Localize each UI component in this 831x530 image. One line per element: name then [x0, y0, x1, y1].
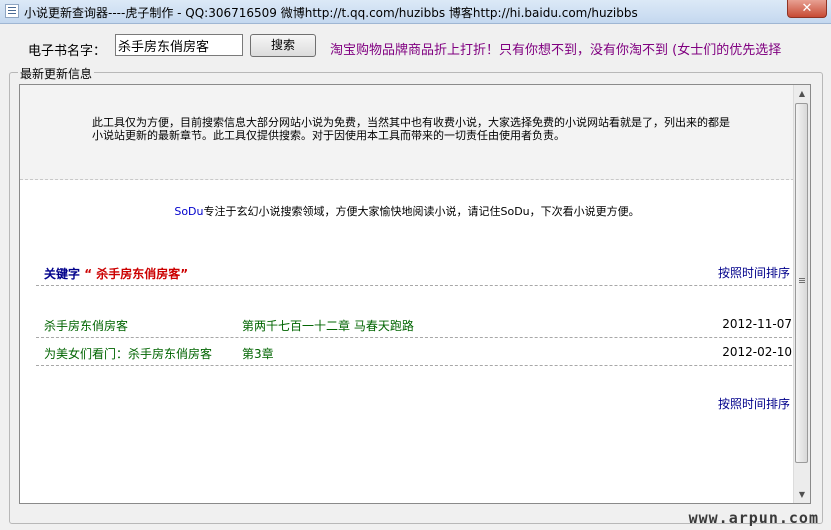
book-name-input[interactable] [115, 34, 243, 56]
disclaimer-text: 此工具仅为方便，目前搜索信息大部分网站小说为免费，当然其中也有收费小说，大家选择… [92, 116, 730, 142]
result-title[interactable]: 为美女们看门：杀手房东俏房客 [44, 345, 212, 362]
sodu-info: SoDu专注于玄幻小说搜索领域，方便大家愉快地阅读小说，请记住SoDu，下次看小… [20, 203, 794, 219]
result-row[interactable]: 杀手房东俏房客 第两千七百一十二章 马春天跑路 2012-11-07 [36, 315, 792, 335]
sodu-text: 专注于玄幻小说搜索领域，方便大家愉快地阅读小说，请记住SoDu，下次看小说更方便… [203, 205, 640, 218]
group-title: 最新更新信息 [18, 65, 95, 82]
keyword-label: 关键字 [44, 267, 81, 281]
app-window-icon [5, 4, 19, 18]
window-title: 小说更新查询器----虎子制作 - QQ:306716509 微博http://… [24, 6, 638, 20]
grip-icon [799, 278, 805, 279]
divider [36, 365, 792, 366]
vertical-scrollbar[interactable]: ▲ ▼ [793, 85, 810, 503]
scrollbar-thumb[interactable] [795, 103, 808, 463]
site-watermark: www.arpun.com [688, 509, 819, 527]
result-chapter[interactable]: 第两千七百一十二章 马春天跑路 [242, 317, 414, 334]
book-name-label: 电子书名字： [28, 44, 107, 59]
sort-by-time-link-top[interactable]: 按照时间排序 [718, 264, 790, 281]
result-chapter[interactable]: 第3章 [242, 345, 274, 362]
search-button[interactable]: 搜索 [250, 34, 316, 57]
divider [36, 337, 792, 338]
scroll-down-arrow-icon[interactable]: ▼ [794, 486, 810, 503]
result-date: 2012-11-07 [722, 317, 792, 331]
result-date: 2012-02-10 [722, 345, 792, 359]
scroll-up-arrow-icon[interactable]: ▲ [794, 85, 810, 102]
title-bar: 小说更新查询器----虎子制作 - QQ:306716509 微博http://… [0, 0, 831, 24]
disclaimer-notice: 此工具仅为方便，目前搜索信息大部分网站小说为免费，当然其中也有收费小说，大家选择… [20, 85, 794, 180]
keyword-heading: 关键字 “ 杀手房东俏房客” [44, 265, 188, 282]
close-button[interactable]: ✕ [787, 0, 827, 18]
divider [36, 285, 792, 286]
keyword-value: “ 杀手房东俏房客” [84, 267, 189, 281]
result-title[interactable]: 杀手房东俏房客 [44, 317, 128, 334]
sodu-link[interactable]: SoDu [174, 205, 203, 218]
taobao-promo-link[interactable]: 淘宝购物品牌商品折上打折！只有你想不到，没有你淘不到 (女士们的优先选择 [330, 39, 781, 58]
results-browser: 此工具仅为方便，目前搜索信息大部分网站小说为免费，当然其中也有收费小说，大家选择… [19, 84, 811, 504]
sort-by-time-link-bottom[interactable]: 按照时间排序 [718, 395, 790, 412]
result-row[interactable]: 为美女们看门：杀手房东俏房客 第3章 2012-02-10 [36, 343, 792, 363]
